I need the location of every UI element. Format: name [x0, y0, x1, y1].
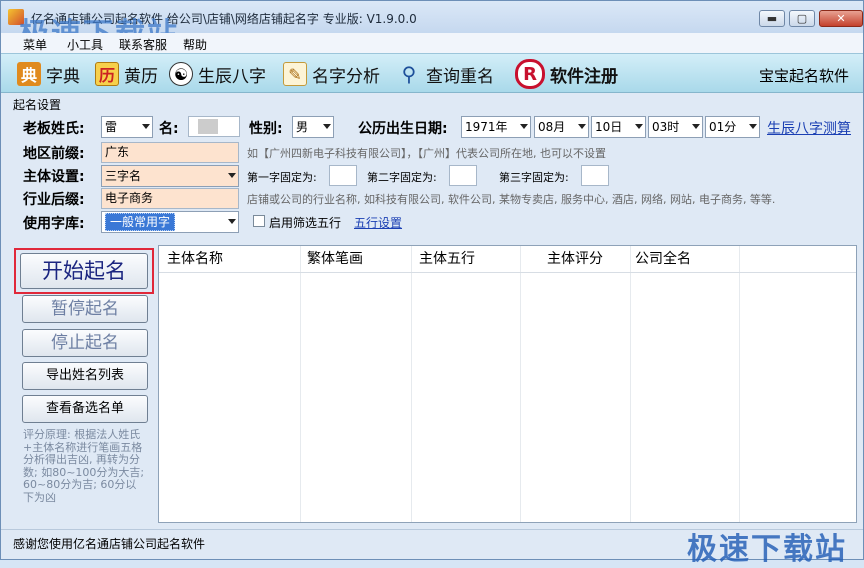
given-name-input[interactable]	[188, 116, 240, 137]
column-header-name[interactable]: 主体名称	[159, 246, 299, 272]
birth-minute-value: 01分	[709, 120, 737, 134]
birth-year-select[interactable]: 1971年	[461, 116, 531, 138]
menu-item-menu[interactable]: 菜单	[23, 36, 47, 53]
birth-month-value: 08月	[538, 120, 566, 134]
app-icon	[8, 9, 24, 25]
status-bar: 感谢您使用亿名通店铺公司起名软件 极速下载站	[1, 529, 863, 567]
surname-label: 老板姓氏:	[23, 121, 85, 137]
menu-item-help[interactable]: 帮助	[183, 36, 207, 53]
notepad-icon: ✎	[283, 62, 307, 86]
region-hint: 如【广州四新电子科技有限公司】，【广州】代表公司所在地, 也可以不设置	[247, 147, 606, 160]
subject-label: 主体设置:	[23, 169, 85, 185]
header-divider	[159, 272, 856, 273]
fixed-first-input[interactable]	[329, 165, 357, 186]
column-header-score[interactable]: 主体评分	[539, 246, 629, 272]
column-header-fullname[interactable]: 公司全名	[627, 246, 747, 272]
maximize-button[interactable]: ▢	[789, 10, 815, 27]
toolbar-dictionary-button[interactable]: 典 字典	[17, 60, 80, 88]
book-icon: 典	[17, 62, 41, 86]
minimize-button[interactable]: ▬	[759, 10, 785, 27]
fixed-second-input[interactable]	[449, 165, 477, 186]
watermark-bottom: 极速下载站	[687, 532, 847, 567]
redacted-block	[198, 119, 218, 134]
toolbar-register-label: 软件注册	[550, 66, 618, 87]
wuxing-filter-label: 启用筛选五行	[269, 216, 342, 230]
toolbar: 典 字典 历 黄历 ☯ 生辰八字 ✎ 名字分析 ⚲ 查询重名 R 软件注册 宝宝…	[1, 53, 863, 93]
industry-label: 行业后缀:	[23, 192, 85, 208]
menu-bar: 菜单 小工具 联系客服 帮助	[1, 33, 863, 53]
app-window: 亿名通店铺公司起名软件 给公司\店铺\网络店铺起名字 专业版: V1.9.0.0…	[0, 0, 864, 567]
charset-select[interactable]: 一般常用字	[101, 211, 239, 233]
toolbar-bazi-label: 生辰八字	[198, 66, 266, 87]
toolbar-analysis-label: 名字分析	[312, 66, 380, 87]
gender-label: 性别:	[249, 121, 283, 137]
column-divider	[739, 246, 740, 522]
fixed-first-label: 第一字固定为:	[247, 171, 317, 184]
region-input[interactable]: 广东	[101, 142, 239, 163]
industry-input[interactable]: 电子商务	[101, 188, 239, 209]
close-button[interactable]: ✕	[819, 10, 863, 27]
yin-yang-icon: ☯	[169, 62, 193, 86]
start-naming-button[interactable]: 开始起名	[20, 253, 148, 289]
toolbar-almanac-label: 黄历	[124, 66, 158, 87]
industry-hint: 店铺或公司的行业名称, 如科技有限公司, 软件公司, 某物专卖店, 服务中心, …	[247, 193, 776, 206]
status-text: 感谢您使用亿名通店铺公司起名软件	[13, 537, 206, 551]
surname-select[interactable]: 雷	[101, 116, 153, 138]
gender-select[interactable]: 男	[292, 116, 334, 138]
toolbar-dictionary-label: 字典	[46, 66, 80, 87]
view-candidates-button[interactable]: 查看备选名单	[22, 395, 148, 423]
birth-date-label: 公历出生日期:	[358, 121, 448, 137]
subject-select[interactable]: 三字名	[101, 165, 239, 187]
bazi-calc-link[interactable]: 生辰八字测算	[767, 118, 851, 138]
stop-naming-button[interactable]: 停止起名	[22, 329, 148, 357]
birth-month-select[interactable]: 08月	[534, 116, 589, 138]
charset-label: 使用字库:	[23, 216, 85, 232]
column-header-strokes[interactable]: 繁体笔画	[299, 246, 411, 272]
registered-icon: R	[515, 59, 545, 89]
scoring-note: 评分原理: 根据法人姓氏+主体名称进行笔画五格分析得出吉凶, 再转为分数; 如8…	[23, 428, 145, 504]
toolbar-duplicate-label: 查询重名	[426, 66, 494, 87]
results-table[interactable]: 主体名称 繁体笔画 主体五行 主体评分 公司全名	[158, 245, 857, 523]
pause-naming-button[interactable]: 暂停起名	[22, 295, 148, 323]
toolbar-register-button[interactable]: R 软件注册	[515, 59, 618, 89]
settings-group-title: 起名设置	[13, 98, 62, 112]
birth-day-value: 10日	[595, 120, 623, 134]
gender-value: 男	[296, 120, 309, 134]
toolbar-bazi-button[interactable]: ☯ 生辰八字	[169, 60, 266, 88]
fixed-third-input[interactable]	[581, 165, 609, 186]
calendar-icon: 历	[95, 62, 119, 86]
column-divider	[300, 246, 301, 522]
baby-naming-link[interactable]: 宝宝起名软件	[759, 65, 849, 86]
wuxing-filter-checkbox[interactable]	[253, 215, 265, 227]
surname-value: 雷	[105, 120, 118, 134]
given-name-label: 名:	[159, 121, 179, 137]
column-divider	[411, 246, 412, 522]
magnifier-icon: ⚲	[401, 62, 417, 86]
export-names-button[interactable]: 导出姓名列表	[22, 362, 148, 390]
column-divider	[630, 246, 631, 522]
menu-item-tools[interactable]: 小工具	[67, 36, 103, 53]
fixed-second-label: 第二字固定为:	[367, 171, 437, 184]
birth-minute-select[interactable]: 01分	[705, 116, 760, 138]
fixed-third-label: 第三字固定为:	[499, 171, 569, 184]
column-header-wuxing[interactable]: 主体五行	[411, 246, 521, 272]
birth-hour-select[interactable]: 03时	[648, 116, 703, 138]
birth-day-select[interactable]: 10日	[591, 116, 646, 138]
birth-year-value: 1971年	[465, 120, 508, 134]
charset-value: 一般常用字	[105, 213, 176, 231]
title-bar: 亿名通店铺公司起名软件 给公司\店铺\网络店铺起名字 专业版: V1.9.0.0…	[1, 1, 863, 52]
birth-hour-value: 03时	[652, 120, 680, 134]
wuxing-settings-link[interactable]: 五行设置	[354, 214, 402, 231]
menu-item-contact[interactable]: 联系客服	[119, 36, 167, 53]
region-label: 地区前缀:	[23, 146, 85, 162]
column-divider	[520, 246, 521, 522]
toolbar-almanac-button[interactable]: 历 黄历	[95, 60, 158, 88]
toolbar-duplicate-button[interactable]: ⚲ 查询重名	[397, 60, 494, 88]
toolbar-analysis-button[interactable]: ✎ 名字分析	[283, 60, 380, 88]
subject-value: 三字名	[105, 169, 142, 183]
window-title: 亿名通店铺公司起名软件 给公司\店铺\网络店铺起名字 专业版: V1.9.0.0	[31, 12, 417, 26]
